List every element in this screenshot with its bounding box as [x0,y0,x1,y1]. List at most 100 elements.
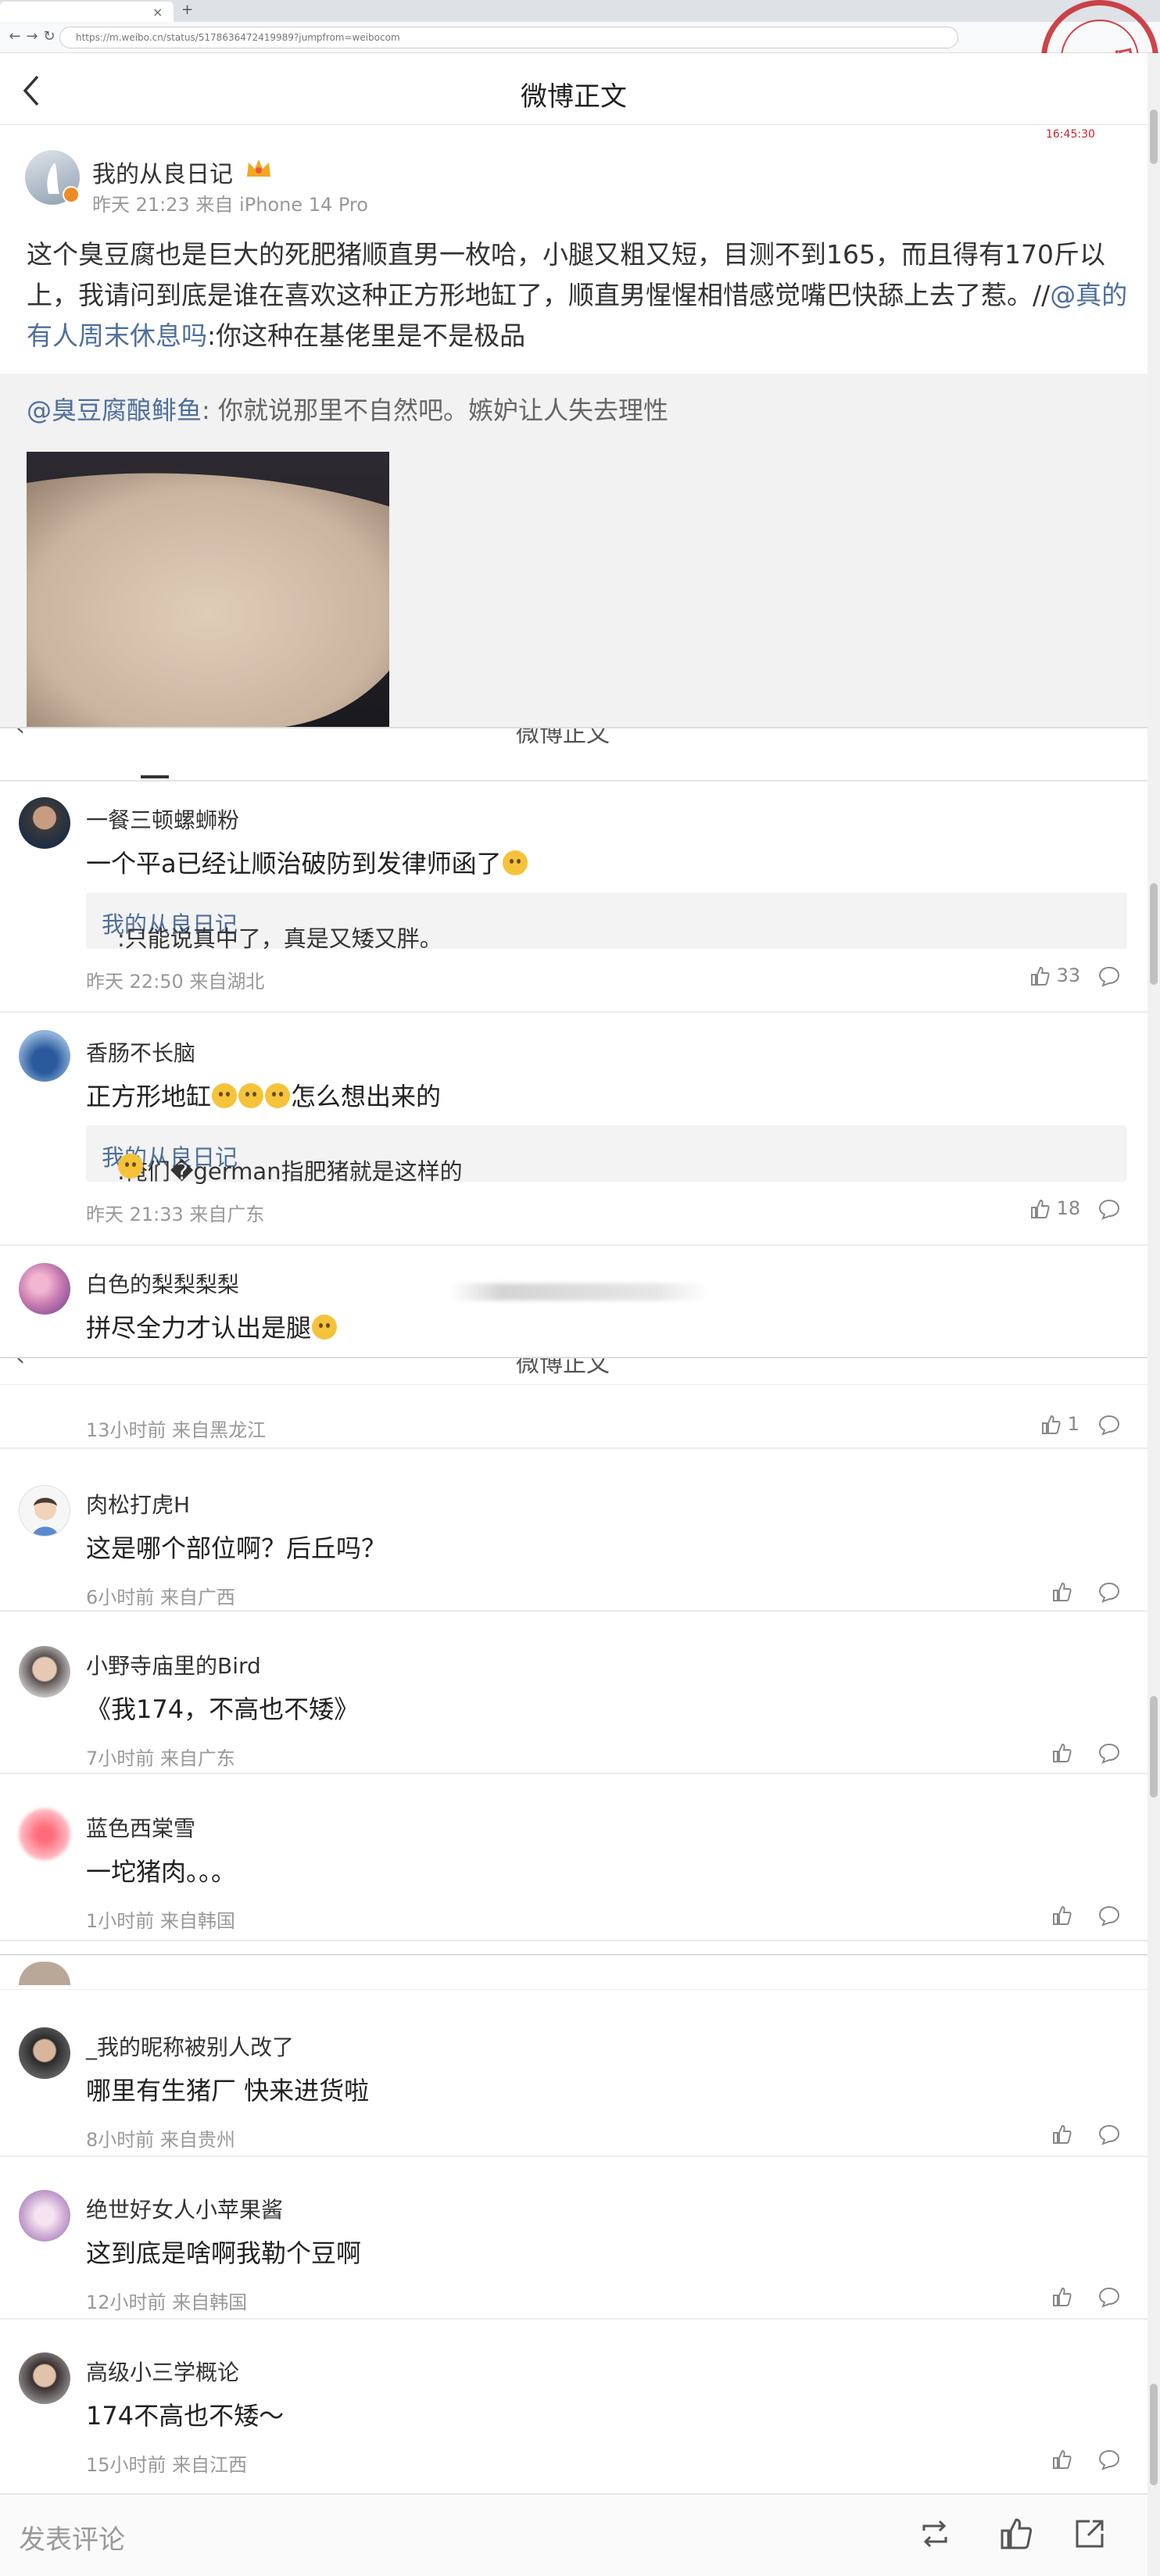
reply-text: :只能说真中了，真是又矮又胖。 [117,925,442,952]
like-button[interactable] [1051,2285,1072,2308]
comment-input[interactable]: 发表评论 [19,2518,125,2556]
browser-forward-icon[interactable]: → [23,28,41,45]
comment-reply[interactable]: 我的从良日记:俺们�german指肥猪就是这样的 [86,1125,1127,1185]
page-title: 微博正文 [521,81,627,113]
reply-button[interactable] [1097,2123,1121,2146]
commenter-avatar[interactable] [19,2190,70,2241]
reply-line: 我的从良日记:只能说真中了，真是又矮又胖。 [102,907,442,952]
comment-bubble-icon [1098,2287,1120,2308]
reply-text: :俺们�german指肥猪就是这样的 [117,1158,463,1185]
comment-meta: 7小时前 来自广东 [86,1748,235,1769]
post-meta: 昨天 21:23 来自 iPhone 14 Pro [92,194,368,216]
commenter-name[interactable]: 白色的梨梨梨梨 [86,1268,239,1299]
comment-meta: 6小时前 来自广西 [86,1587,235,1608]
browser-back-icon[interactable]: ← [6,28,23,45]
like-button[interactable] [1051,2123,1072,2145]
new-tab-icon[interactable]: + [181,2,193,18]
comment-bubble-icon [1098,1415,1120,1436]
address-bar[interactable]: https://m.weibo.cn/status/51786364724199… [59,27,958,48]
comment-item: 蓝色西棠雪 一坨猪肉。。。 1小时前 来自韩国 [0,1774,1147,1954]
commenter-name[interactable]: 绝世好女人小苹果酱 [86,2193,283,2224]
commenter-name[interactable]: 高级小三学概论 [86,2356,239,2387]
thumbs-up-icon[interactable] [997,2515,1035,2553]
commenter-avatar[interactable] [19,1030,70,1082]
commenter-name[interactable]: 肉松打虎H [86,1488,190,1519]
like-count: 18 [1056,1197,1081,1219]
photo-image [27,452,389,728]
browser-tabbar: × + [0,0,1160,22]
commenter-avatar[interactable] [19,1263,70,1315]
thumbs-up-icon [1053,2449,1072,2469]
reply-button[interactable] [1097,964,1121,988]
repost-text: @臭豆腐酿鲱鱼: 你就说那里不自然吧。嫉妒让人失去理性 [27,391,668,427]
commenter-name[interactable]: 一餐三顿螺蛳粉 [86,803,239,835]
scrollbar-thumb[interactable] [1150,883,1158,985]
commenter-name[interactable]: 香肠不长脑 [86,1036,195,1068]
reply-button[interactable] [1097,2448,1121,2471]
reply-button[interactable] [1097,1741,1121,1765]
reply-button[interactable] [1097,1197,1121,1221]
commenter-avatar[interactable] [19,797,70,849]
like-button[interactable]: 18 [1029,1197,1080,1220]
repost-icon[interactable] [916,2515,954,2553]
comment-item: 高级小三学概论 174不高也不矮～ 15小时前 来自江西 [0,2320,1147,2493]
like-count: 1 [1067,1413,1079,1435]
share-icon[interactable] [1071,2515,1108,2553]
reply-button[interactable] [1097,2285,1121,2309]
commenter-avatar[interactable] [19,1646,70,1698]
reply-button[interactable] [1097,1904,1121,1927]
post-text-tail: :你这种在基佬里是不是极品 [207,320,526,351]
scrollbar-thumb[interactable] [1150,2384,1158,2485]
comment-item: 小野寺庙里的Bird 《我174，不高也不矮》 7小时前 来自广东 [0,1612,1147,1774]
smile-emoji-icon [312,1315,338,1340]
post-author-name[interactable]: 我的从良日记 [92,155,233,189]
comment-bubble-icon [1098,1743,1120,1764]
like-button[interactable] [1051,1580,1072,1603]
like-button[interactable]: 1 [1040,1413,1079,1436]
browser-reload-icon[interactable]: ↻ [41,28,58,45]
reply-button[interactable] [1097,1413,1121,1436]
repost-content: : 你就说那里不自然吧。嫉妒让人失去理性 [202,395,668,425]
address-bar-url: https://m.weibo.cn/status/51786364724199… [76,32,400,43]
commenter-name[interactable]: 小野寺庙里的Bird [86,1649,261,1680]
comment-item: 香肠不长脑 正方形地缸 怎么想出来的 我的从良日记:俺们�german指肥猪就是这… [0,1013,1147,1246]
cartoon-avatar-image [32,1497,59,1536]
laugh-cry-emoji-icon [238,1083,264,1108]
tab-close-icon[interactable]: × [152,5,163,20]
repost-user[interactable]: @臭豆腐酿鲱鱼 [27,395,202,425]
comment-text: 一个平a已经让顺治破防到发律师函了 [86,844,528,880]
comment-item: _我的昵称被别人改了 哪里有生猪厂 快来进货啦 8小时前 来自贵州 [0,1990,1147,2157]
scrollbar-track[interactable] [1147,53,1160,2576]
screenshot-seam: ‹ 微博正文 [0,727,1147,758]
comment-reply[interactable]: 我的从良日记:只能说真中了，真是又矮又胖。 [86,893,1127,952]
laugh-cry-emoji-icon [212,1083,238,1108]
repost-block[interactable]: @臭豆腐酿鲱鱼: 你就说那里不自然吧。嫉妒让人失去理性 [0,374,1147,728]
reply-line: 我的从良日记:俺们�german指肥猪就是这样的 [102,1140,463,1185]
like-count: 33 [1056,964,1081,986]
commenter-avatar[interactable] [19,1485,70,1537]
like-button[interactable] [1051,1741,1072,1764]
commenter-name[interactable]: _我的昵称被别人改了 [86,2030,294,2062]
thumbs-up-icon [1053,2287,1072,2306]
seam-chevron-left-icon: ‹ [16,1357,25,1372]
scrollbar-thumb[interactable] [1150,109,1158,164]
commenter-name[interactable]: 蓝色西棠雪 [86,1812,195,1843]
commenter-avatar[interactable] [19,2352,70,2404]
comment-bubble-icon [1098,1905,1120,1927]
thumbs-up-icon [1053,2124,1072,2144]
like-button[interactable] [1051,2448,1072,2470]
bottom-action-bar: 发表评论 [0,2493,1147,2576]
like-button[interactable]: 33 [1029,964,1080,987]
commenter-avatar[interactable] [19,1809,70,1860]
comment-text: 174不高也不矮～ [86,2401,285,2431]
scrollbar-thumb[interactable] [1150,1696,1158,1798]
commenter-avatar[interactable] [19,2027,70,2079]
browser-tab[interactable]: × [0,2,174,22]
reply-button[interactable] [1097,1580,1121,1604]
seam-title-fragment: 微博正文 [516,1357,610,1378]
comment-bubble-icon [1098,1582,1120,1603]
comment-item: 一餐三顿螺蛳粉 一个平a已经让顺治破防到发律师函了 我的从良日记:只能说真中了，… [0,782,1147,1013]
comment-meta: 昨天 21:33 来自广东 [86,1204,265,1225]
like-button[interactable] [1051,1904,1072,1927]
repost-photo[interactable] [27,452,389,728]
